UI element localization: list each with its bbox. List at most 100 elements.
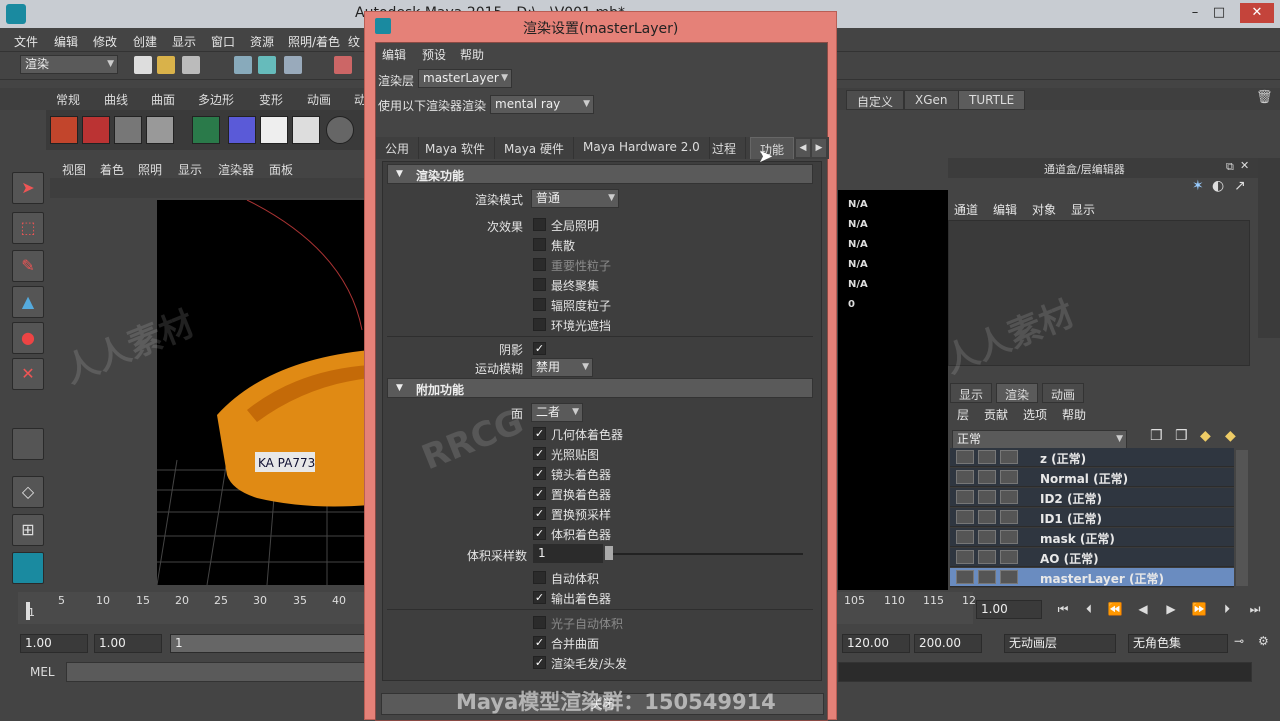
render-toggle-icon[interactable] bbox=[956, 490, 974, 504]
section-extra-features[interactable]: ▼ 附加功能 bbox=[387, 378, 813, 398]
recycle-icon[interactable] bbox=[978, 470, 996, 484]
checkbox[interactable]: ✓ bbox=[533, 487, 546, 500]
render-toggle-icon[interactable] bbox=[956, 550, 974, 564]
checkbox[interactable] bbox=[533, 571, 546, 584]
light-icon[interactable] bbox=[228, 116, 256, 144]
render-settings-icon[interactable] bbox=[146, 116, 174, 144]
new-layer-selected-icon[interactable]: ❒ bbox=[1175, 428, 1188, 444]
recycle-icon[interactable] bbox=[978, 450, 996, 464]
cb-menu-show[interactable]: 显示 bbox=[1071, 201, 1095, 218]
checkbox[interactable] bbox=[533, 616, 546, 629]
menu-texturing[interactable]: 纹 bbox=[348, 33, 360, 50]
layer-stack2-icon[interactable]: ◆ bbox=[1225, 428, 1236, 444]
tab-maya-software[interactable]: Maya 软件 bbox=[416, 137, 495, 159]
shadows-checkbox[interactable]: ✓ bbox=[533, 342, 546, 355]
attributes-icon[interactable] bbox=[1000, 470, 1018, 484]
step-back-icon[interactable]: ⏴ bbox=[1077, 598, 1101, 620]
recycle-icon[interactable] bbox=[978, 550, 996, 564]
step-forward-icon[interactable]: ⏵ bbox=[1215, 598, 1239, 620]
playback-end-field[interactable]: 120.00 bbox=[842, 634, 910, 653]
select-hierarchy-icon[interactable] bbox=[234, 56, 252, 74]
mel-label[interactable]: MEL bbox=[30, 665, 55, 679]
shelf-tab-curves[interactable]: 曲线 bbox=[104, 91, 128, 108]
end-time-field[interactable]: 200.00 bbox=[914, 634, 982, 653]
motion-blur-dropdown[interactable]: 禁用 ▼ bbox=[531, 358, 593, 377]
dlg-menu-help[interactable]: 帮助 bbox=[460, 46, 484, 63]
select-tool-icon[interactable]: ➤ bbox=[12, 172, 44, 204]
prefs-icon[interactable]: ⚙ bbox=[1258, 634, 1269, 648]
menu-assets[interactable]: 资源 bbox=[250, 33, 274, 50]
attributes-icon[interactable] bbox=[1000, 490, 1018, 504]
character-set-dropdown[interactable]: 无角色集 bbox=[1128, 634, 1228, 653]
attributes-icon[interactable] bbox=[1000, 450, 1018, 464]
menuset-dropdown[interactable]: 渲染 ▼ bbox=[20, 55, 118, 74]
render-mode-dropdown[interactable]: 普通 ▼ bbox=[531, 189, 619, 208]
close-icon[interactable]: ✕ bbox=[1240, 3, 1274, 23]
next-key-icon[interactable]: ⏩ bbox=[1187, 598, 1211, 620]
spot-light-icon[interactable] bbox=[260, 116, 288, 144]
layer-menu-contribution[interactable]: 贡献 bbox=[984, 406, 1008, 423]
checkbox[interactable]: ✓ bbox=[533, 591, 546, 604]
dialog-titlebar[interactable]: 渲染设置(masterLayer) bbox=[365, 12, 836, 42]
recycle-icon[interactable] bbox=[978, 490, 996, 504]
volume-samples-slider[interactable] bbox=[607, 553, 803, 555]
renderer-dropdown[interactable]: mental ray ▼ bbox=[490, 95, 594, 114]
arrow-icon[interactable]: ↗ bbox=[1234, 178, 1246, 194]
checkbox[interactable] bbox=[533, 278, 546, 291]
menu-window[interactable]: 窗口 bbox=[211, 33, 235, 50]
shelf-tab-polygons[interactable]: 多边形 bbox=[198, 91, 234, 108]
save-scene-icon[interactable] bbox=[182, 56, 200, 74]
tab-maya-hardware-2[interactable]: Maya Hardware 2.0 bbox=[574, 137, 710, 159]
new-scene-icon[interactable] bbox=[134, 56, 152, 74]
tab-scroll-right-icon[interactable]: ▶ bbox=[812, 139, 826, 157]
vp-menu-renderer[interactable]: 渲染器 bbox=[218, 161, 254, 178]
layer-tab-render[interactable]: 渲染 bbox=[996, 383, 1039, 403]
scale-tool-icon[interactable]: ✕ bbox=[12, 358, 44, 390]
tab-maya-hardware[interactable]: Maya 硬件 bbox=[495, 137, 574, 159]
render-view-icon[interactable] bbox=[50, 116, 78, 144]
start-time-field[interactable]: 1.00 bbox=[20, 634, 88, 653]
shelf-tab-surfaces[interactable]: 曲面 bbox=[151, 91, 175, 108]
go-start-icon[interactable]: ⏮ bbox=[1051, 598, 1075, 620]
shading-icon[interactable]: ◐ bbox=[1212, 178, 1224, 194]
rotate-tool-icon[interactable]: ● bbox=[12, 322, 44, 354]
checkbox[interactable] bbox=[533, 318, 546, 331]
render-icon[interactable] bbox=[82, 116, 110, 144]
render-toggle-icon[interactable] bbox=[956, 450, 974, 464]
shelf-tab-general[interactable]: 常规 bbox=[56, 91, 80, 108]
layer-mode-dropdown[interactable]: 正常 ▼ bbox=[952, 430, 1127, 449]
checkbox[interactable]: ✓ bbox=[533, 636, 546, 649]
side-tabs[interactable] bbox=[1258, 158, 1280, 338]
paint-tool-icon[interactable]: ✎ bbox=[12, 250, 44, 282]
minimize-icon[interactable]: – bbox=[1184, 3, 1206, 23]
checkbox[interactable]: ✓ bbox=[533, 467, 546, 480]
render-layer-row[interactable]: mask (正常) bbox=[950, 528, 1234, 547]
go-end-icon[interactable]: ⏭ bbox=[1243, 598, 1267, 620]
dlg-menu-edit[interactable]: 编辑 bbox=[382, 46, 406, 63]
tab-common[interactable]: 公用 bbox=[376, 137, 420, 159]
area-light-icon[interactable] bbox=[292, 116, 320, 144]
vp-menu-show[interactable]: 显示 bbox=[178, 161, 202, 178]
shelf-tab-turtle[interactable]: TURTLE bbox=[958, 90, 1026, 110]
shelf-tab-custom[interactable]: 自定义 bbox=[846, 90, 905, 110]
render-layer-dropdown[interactable]: masterLayer ▼ bbox=[418, 69, 512, 88]
slider-handle[interactable] bbox=[605, 546, 613, 560]
tab-scroll-left-icon[interactable]: ◀ bbox=[796, 139, 810, 157]
render-layer-row[interactable]: ID1 (正常) bbox=[950, 508, 1234, 527]
layout-four-icon[interactable]: ⊞ bbox=[12, 514, 44, 546]
trash-icon[interactable]: 🗑 bbox=[1256, 90, 1273, 105]
maximize-icon[interactable]: □ bbox=[1208, 3, 1230, 23]
render-layer-row-selected[interactable]: masterLayer (正常) bbox=[950, 568, 1234, 587]
open-scene-icon[interactable] bbox=[157, 56, 175, 74]
recycle-icon[interactable] bbox=[978, 570, 996, 584]
layer-stack-icon[interactable]: ◆ bbox=[1200, 428, 1211, 444]
range-slider[interactable]: 1 bbox=[170, 634, 366, 653]
render-layer-row[interactable]: z (正常) bbox=[950, 448, 1234, 467]
render-toggle-icon[interactable] bbox=[956, 470, 974, 484]
layer-menu-options[interactable]: 选项 bbox=[1023, 406, 1047, 423]
vp-menu-shading[interactable]: 着色 bbox=[100, 161, 124, 178]
layer-menu-layers[interactable]: 层 bbox=[957, 406, 969, 423]
render-layer-row[interactable]: AO (正常) bbox=[950, 548, 1234, 567]
vp-menu-view[interactable]: 视图 bbox=[62, 161, 86, 178]
render-layer-row[interactable]: ID2 (正常) bbox=[950, 488, 1234, 507]
